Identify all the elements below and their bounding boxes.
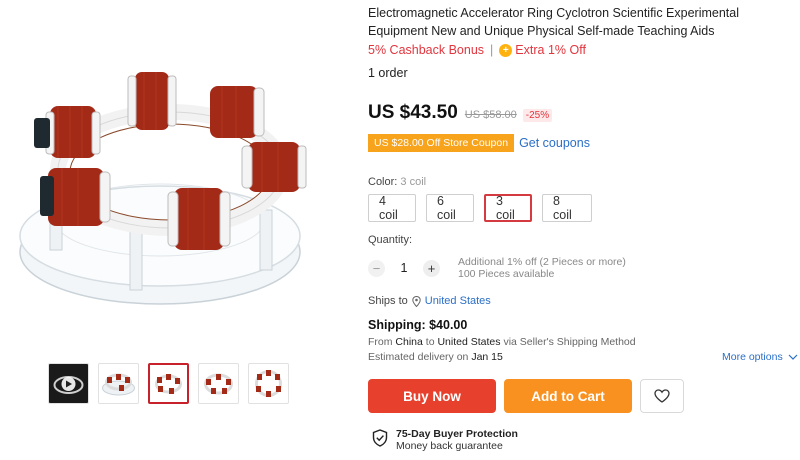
order-count: 1 order (368, 66, 408, 80)
thumbnail-image-4[interactable] (248, 363, 289, 404)
option-8-coil[interactable]: 8 coil (542, 194, 592, 222)
chevron-down-icon (788, 354, 798, 360)
wishlist-button[interactable] (640, 379, 684, 413)
shield-check-icon (372, 429, 388, 447)
coupon-row: US $28.00 Off Store Coupon Get coupons (368, 134, 590, 152)
thumbnail-image-2[interactable] (148, 363, 189, 404)
color-selected-value: 3 coil (400, 176, 427, 188)
thumbnail-video[interactable] (48, 363, 89, 404)
heart-icon (654, 389, 670, 403)
color-label: Color: 3 coil (368, 176, 426, 188)
option-3-coil[interactable]: 3 coil (484, 194, 532, 222)
location-pin-icon (412, 295, 421, 307)
discount-badge: -25% (522, 109, 553, 122)
ship-from-text: From China to United States via Seller's… (368, 336, 636, 348)
main-product-image[interactable] (10, 20, 340, 340)
bulk-discount-note: Additional 1% off (2 Pieces or more) (458, 256, 626, 268)
buy-now-button[interactable]: Buy Now (368, 379, 496, 413)
promo-row: 5% Cashback Bonus | + Extra 1% Off (368, 43, 586, 57)
thumbnail-image-1[interactable] (98, 363, 139, 404)
quantity-input[interactable]: 1 (385, 261, 423, 275)
add-to-cart-button[interactable]: Add to Cart (504, 379, 632, 413)
more-shipping-options[interactable]: More options (722, 351, 799, 363)
estimated-delivery: Estimated delivery on Jan 15 (368, 351, 503, 363)
color-options: 4 coil 6 coil 3 coil 8 coil (368, 194, 592, 222)
ships-to-row: Ships to United States (368, 295, 491, 307)
thumbnail-image-3[interactable] (198, 363, 239, 404)
from-country: China (395, 336, 423, 348)
option-4-coil[interactable]: 4 coil (368, 194, 416, 222)
get-coupons-link[interactable]: Get coupons (519, 136, 590, 150)
buyer-protection: 75-Day Buyer Protection Money back guara… (372, 428, 518, 453)
quantity-plus-button[interactable]: + (423, 259, 440, 277)
thumbnail-strip (48, 363, 289, 404)
current-price: US $43.50 (368, 102, 458, 123)
store-coupon-badge[interactable]: US $28.00 Off Store Coupon (368, 134, 515, 152)
stock-available: 100 Pieces available (458, 268, 555, 280)
promo-separator: | (490, 43, 494, 57)
quantity-note: Additional 1% off (2 Pieces or more) 100… (458, 256, 626, 280)
price-row: US $43.50 US $58.00 -25% (368, 102, 553, 124)
original-price: US $58.00 (464, 109, 517, 121)
cashback-bonus[interactable]: 5% Cashback Bonus (368, 43, 484, 57)
quantity-minus-button[interactable]: − (368, 259, 385, 277)
ships-to-country-link[interactable]: United States (425, 295, 491, 307)
to-word: to (425, 336, 435, 348)
shipping-cost: Shipping: $40.00 (368, 318, 468, 332)
product-title: Electromagnetic Accelerator Ring Cyclotr… (368, 6, 739, 38)
quantity-stepper: − 1 + Additional 1% off (2 Pieces or mor… (368, 256, 626, 280)
to-country: United States (437, 336, 501, 348)
more-options-label: More options (722, 351, 783, 363)
quantity-label: Quantity: (368, 234, 413, 246)
coin-icon: + (499, 43, 513, 57)
extra-off[interactable]: Extra 1% Off (515, 43, 586, 57)
from-prefix: From (368, 336, 393, 348)
protection-title: 75-Day Buyer Protection (396, 428, 518, 440)
ships-to-label: Ships to (368, 295, 408, 307)
shipping-method: via Seller's Shipping Method (503, 336, 636, 348)
color-label-text: Color: (368, 176, 398, 188)
option-6-coil[interactable]: 6 coil (426, 194, 474, 222)
protection-subtitle: Money back guarantee (396, 440, 503, 452)
delivery-date: Jan 15 (471, 351, 503, 363)
delivery-label: Estimated delivery on (368, 351, 469, 363)
